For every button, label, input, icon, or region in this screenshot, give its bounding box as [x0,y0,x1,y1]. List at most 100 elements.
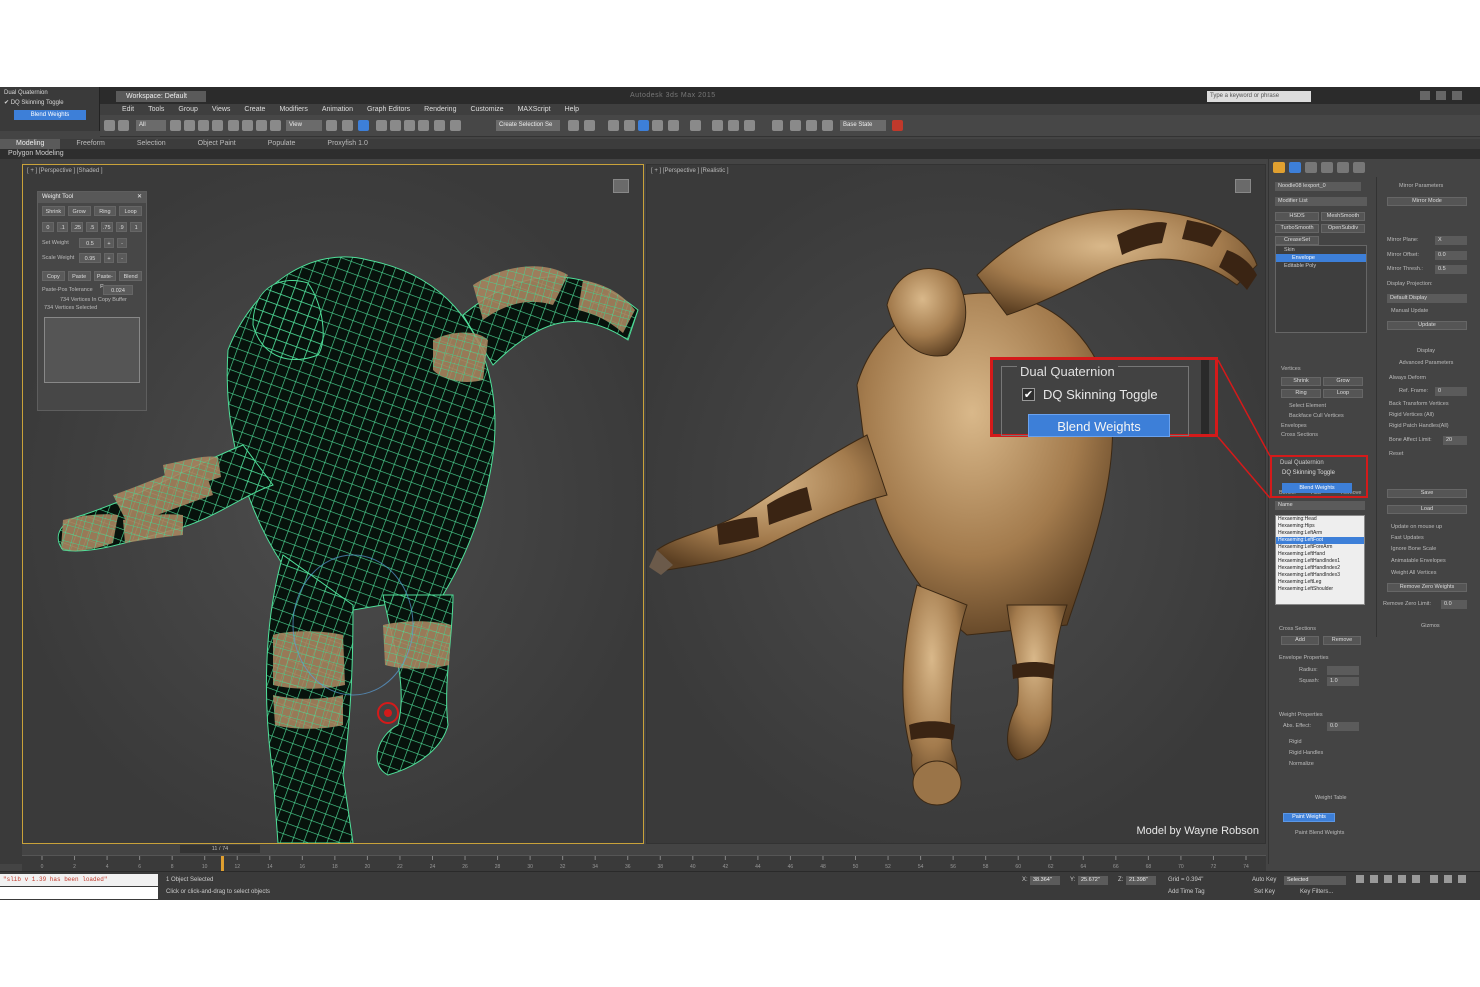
select-by-name-icon[interactable] [184,120,195,131]
modifier-list-dropdown[interactable]: Modifier List [1275,197,1367,206]
rotate-icon[interactable] [242,120,253,131]
viewport-perspective-shaded[interactable]: [ + ] [Perspective ] [Shaded ] Weight To… [22,164,644,844]
move-icon[interactable] [228,120,239,131]
radius-spinner[interactable] [1327,666,1359,675]
menu-item[interactable]: Graph Editors [367,104,410,115]
utilities-tab-icon[interactable] [1353,162,1365,173]
rendered-frame-icon[interactable] [728,120,739,131]
add-time-tag[interactable]: Add Time Tag [1168,889,1205,895]
snap-icon[interactable] [376,120,387,131]
weight-all-vertices-checkbox[interactable]: Weight All Vertices [1391,570,1436,576]
rigid-handles-checkbox[interactable]: Rigid Handles [1289,750,1323,756]
rigid-checkbox[interactable]: Rigid [1289,739,1302,745]
blend-weights-button[interactable]: Blend Weights [1028,414,1170,437]
bone-list-item[interactable]: Hexaeming:LeftHandIndex2 [1276,565,1364,572]
stack-item-skin[interactable]: Skin [1276,246,1366,254]
set-key-label[interactable]: Set Key [1254,889,1275,895]
tab-freeform[interactable]: Freeform [60,139,120,149]
viewport-label[interactable]: [ + ] [Perspective ] [Shaded ] [27,168,103,174]
hsds-button[interactable]: HSDS [1275,212,1319,221]
load-button[interactable]: Load [1387,505,1467,514]
bone-list-item[interactable]: Hexaeming:LeftLeg [1276,579,1364,586]
update-mouse-up-checkbox[interactable]: Update on mouse up [1391,524,1442,530]
zoom-icon[interactable] [1430,875,1438,883]
weight-preset-button[interactable]: .75 [100,222,113,232]
loop-button[interactable]: Loop [1323,389,1363,398]
undo-icon[interactable] [104,120,115,131]
select-manipulate-icon[interactable] [342,120,353,131]
menu-item[interactable]: Modifiers [279,104,307,115]
cross-section-add-button[interactable]: Add [1281,636,1319,645]
frame-counter[interactable]: 11 / 74 [180,845,260,853]
mirror-offset-spinner[interactable]: 0.0 [1435,251,1467,260]
update-button[interactable]: Update [1387,321,1467,330]
dq-rollout-checkbox[interactable]: DQ Skinning Toggle [1282,470,1335,476]
viewcube-icon[interactable] [1235,179,1251,193]
mirror-mode-button[interactable]: Mirror Mode [1387,197,1467,206]
ref-frame-spinner[interactable]: 0 [1435,387,1467,396]
tab-selection[interactable]: Selection [121,139,182,149]
edit-named-selection-icon[interactable] [450,120,461,131]
menu-item[interactable]: Group [178,104,197,115]
z-coordinate-field[interactable]: 21.398" [1126,876,1156,885]
weight-preset-button[interactable]: .1 [56,222,69,232]
dq-skinning-toggle[interactable]: ✔ DQ Skinning Toggle [1022,387,1158,402]
redo-icon[interactable] [118,120,129,131]
scale-weight-spinner[interactable]: 0.95 [79,253,101,263]
mirror-parameters-title[interactable]: Mirror Parameters [1399,183,1443,189]
previous-frame-icon[interactable] [1370,875,1378,883]
dq-mini-blend-weights-button[interactable]: Blend Weights [14,110,86,120]
manage-scene-states-icon[interactable] [772,120,783,131]
weight-preset-button[interactable]: .25 [71,222,84,232]
scene-explorer-icon[interactable] [638,120,649,131]
reference-coordinate-dropdown[interactable]: View [286,120,322,131]
mirror-thresh-spinner[interactable]: 0.5 [1435,265,1467,274]
bone-list-item-selected[interactable]: Hexaeming:LeftFoot [1276,537,1364,544]
weight-preset-button[interactable]: 0 [42,222,54,232]
cross-sections-checkbox[interactable]: Cross Sections [1281,432,1318,438]
cross-section-remove-button[interactable]: Remove [1323,636,1361,645]
render-setup-icon[interactable] [712,120,723,131]
mirror-icon[interactable] [568,120,579,131]
plus-icon[interactable]: + [104,253,114,263]
x-coordinate-field[interactable]: 38.364" [1030,876,1060,885]
weight-table-button[interactable]: Weight Table [1315,795,1347,801]
stack-item-editable-poly[interactable]: Editable Poly [1276,262,1366,270]
advanced-parameters-title[interactable]: Advanced Parameters [1399,360,1453,366]
menu-item[interactable]: MAXScript [518,104,551,115]
modify-tab-icon[interactable] [1289,162,1301,173]
squash-spinner[interactable]: 1.0 [1327,677,1359,686]
search-input[interactable]: Type a keyword or phrase [1207,91,1311,102]
tab-object-paint[interactable]: Object Paint [182,139,252,149]
close-icon[interactable] [1452,91,1462,100]
menu-item[interactable]: Tools [148,104,164,115]
select-element-checkbox[interactable]: Select Element [1289,403,1326,409]
viewport-perspective-realistic[interactable]: [ + ] [Perspective ] [Realistic ] Model … [646,164,1266,844]
mirror-plane-dropdown[interactable]: X [1435,236,1467,245]
paste-pos-button[interactable]: Paste-Pos [93,271,117,290]
menu-item[interactable]: Edit [122,104,134,115]
spinner-snap-icon[interactable] [418,120,429,131]
named-selection-icon[interactable] [434,120,445,131]
bone-list-item[interactable]: Hexaeming:LeftHand [1276,551,1364,558]
ribbon-panel-label[interactable]: Polygon Modeling [0,149,1480,159]
grow-button[interactable]: Grow [67,206,91,216]
menu-item[interactable]: Rendering [424,104,456,115]
window-crossing-icon[interactable] [212,120,223,131]
paste-pos-tolerance-spinner[interactable]: 0.024 [103,285,133,295]
meshsmooth-button[interactable]: MeshSmooth [1321,212,1365,221]
timeline[interactable]: 0 2 4 6 8 10 12 14 16 18 20 22 24 26 28 30 32 34 36 38 40 42 4… [22,855,1266,872]
modifier-stack[interactable]: Skin Envelope Editable Poly [1275,245,1367,333]
weight-list[interactable] [44,317,140,383]
pan-icon[interactable] [1444,875,1452,883]
render-icon[interactable] [744,120,755,131]
rigid-vertices-checkbox[interactable]: Rigid Vertices (All) [1389,412,1434,418]
opensubdiv-button[interactable]: OpenSubdiv [1321,224,1365,233]
remove-zero-limit-spinner[interactable]: 0.0 [1441,600,1467,609]
material-editor-icon[interactable] [690,120,701,131]
minus-icon[interactable]: - [117,238,127,248]
weight-tool-header[interactable]: Weight Tool ✕ [38,192,146,203]
weight-preset-button[interactable]: 1 [130,222,143,232]
ignore-bone-scale-checkbox[interactable]: Ignore Bone Scale [1391,546,1436,552]
weight-preset-button[interactable]: .5 [86,222,98,232]
